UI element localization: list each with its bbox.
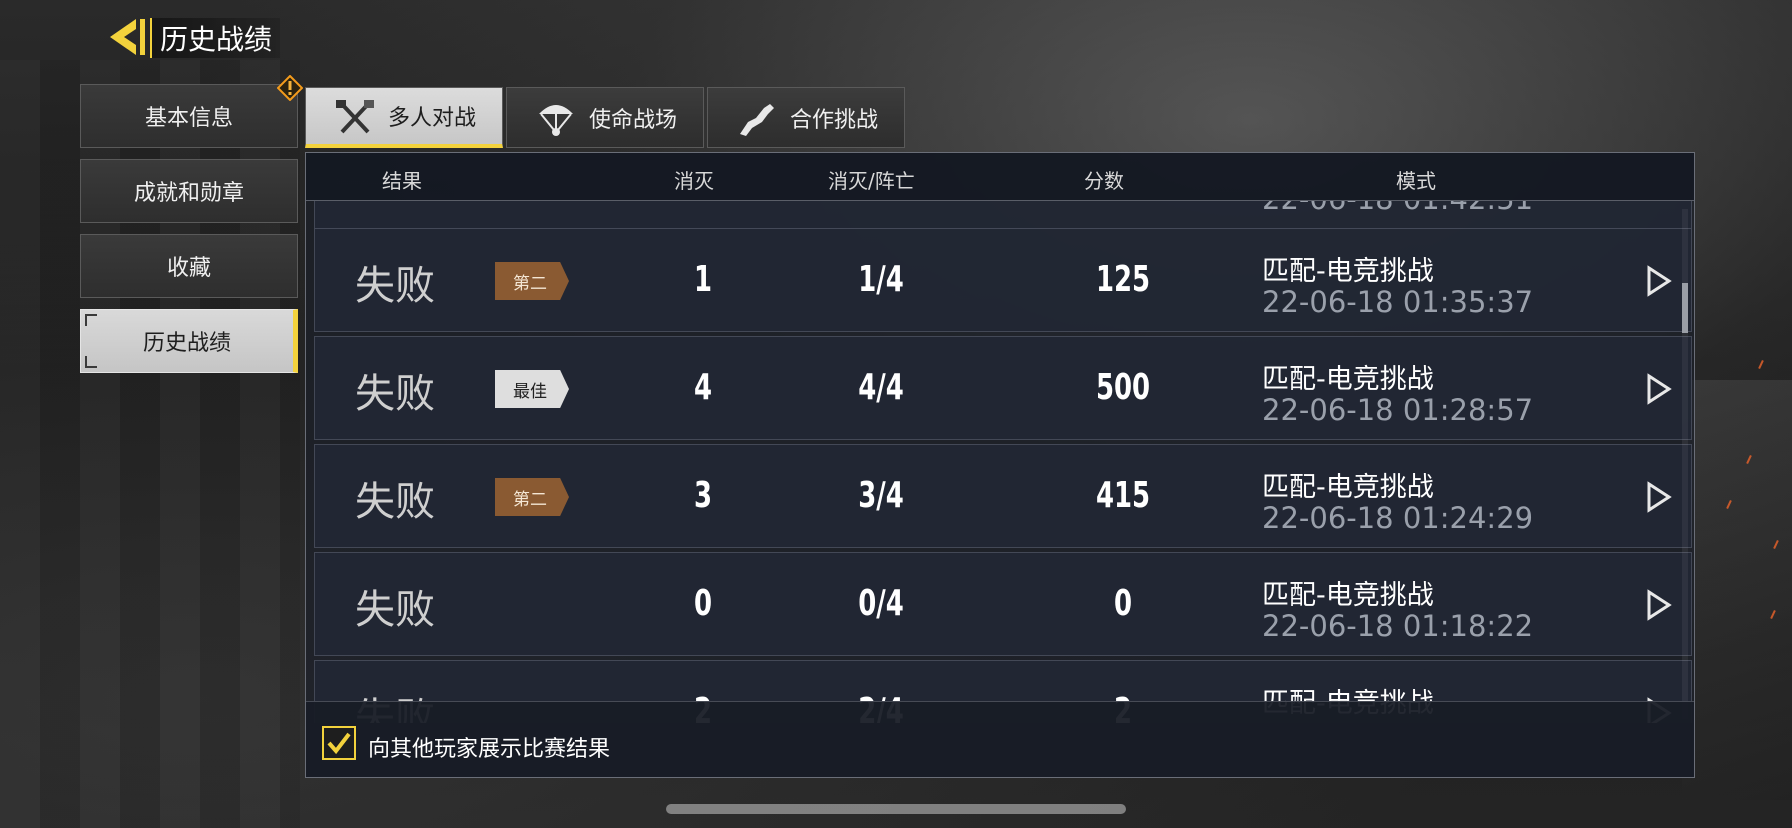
mode-tabs: 多人对战 使命战场 合作挑战 (305, 87, 905, 148)
parachute-icon (533, 98, 579, 138)
table-row[interactable]: 失败 第二 3 3/4 415 匹配-电竞挑战 22-06-18 01:24:2… (314, 444, 1692, 548)
scrollbar-thumb[interactable] (1682, 283, 1688, 333)
kills-value: 0 (693, 583, 713, 624)
column-mode: 模式 (1396, 169, 1436, 193)
kd-value: 0/4 (858, 583, 904, 624)
match-result: 失败 (355, 371, 435, 417)
placement-badge: 第二 (495, 478, 569, 516)
match-mode: 匹配-电竞挑战 (1262, 364, 1434, 395)
checkbox-label: 向其他玩家展示比赛结果 (368, 737, 611, 762)
placement-badge: 第二 (495, 262, 569, 300)
match-time: 22-06-18 01:35:37 (1262, 285, 1534, 319)
match-result: 失败 (355, 587, 435, 633)
play-arrow-icon[interactable] (1643, 373, 1673, 405)
match-result: 失败 (355, 479, 435, 525)
play-arrow-icon[interactable] (1643, 481, 1673, 513)
arm-icon (734, 98, 780, 138)
tab-label: 使命战场 (588, 107, 677, 133)
match-time: 22-06-18 01:24:29 (1262, 501, 1534, 535)
score-value: 0 (1113, 583, 1133, 624)
column-kills: 消灭 (674, 169, 714, 193)
match-time: 22-06-18 01:28:57 (1262, 393, 1534, 427)
kd-value: 4/4 (858, 367, 904, 408)
column-result: 结果 (382, 169, 422, 193)
kills-value: 3 (693, 475, 713, 516)
match-mode: 匹配-电竞挑战 (1262, 580, 1434, 611)
tab-battle-royale[interactable]: 使命战场 (506, 87, 704, 148)
sidebar-item-label: 成就和勋章 (133, 181, 244, 206)
column-score: 分数 (1084, 169, 1124, 193)
placement-badge: 最佳 (495, 370, 569, 408)
tab-label: 合作挑战 (789, 107, 878, 133)
kd-value: 1/4 (858, 259, 904, 300)
background-machinery (1682, 380, 1792, 800)
table-row[interactable]: 失败 0 0/4 0 匹配-电竞挑战 22-06-18 01:18:22 (314, 552, 1692, 656)
warning-icon (277, 75, 303, 101)
match-result: 失败 (355, 263, 435, 309)
back-button[interactable] (104, 14, 150, 60)
page-title: 历史战绩 (150, 18, 281, 58)
kills-value: 4 (693, 367, 713, 408)
checkmark-icon (327, 732, 351, 755)
column-kd: 消灭/阵亡 (828, 169, 915, 193)
match-time: 22-06-18 01:18:22 (1262, 609, 1534, 643)
match-mode: 匹配-电竞挑战 (1262, 256, 1434, 287)
tab-coop[interactable]: 合作挑战 (707, 87, 905, 148)
crossed-weapons-icon (332, 96, 378, 136)
sidebar-item-achievements[interactable]: 成就和勋章 (80, 159, 298, 223)
score-value: 125 (1095, 259, 1151, 300)
sidebar-item-label: 收藏 (166, 256, 211, 281)
play-arrow-icon[interactable] (1643, 589, 1673, 621)
match-time: 22-06-18 01:42:51 (1262, 201, 1533, 216)
show-results-checkbox[interactable] (322, 726, 356, 760)
sidebar: 基本信息 成就和勋章 收藏 历史战绩 (80, 75, 303, 384)
tab-label: 多人对战 (387, 106, 476, 131)
table-row[interactable]: 22-06-18 01:42:51 (314, 201, 1692, 229)
play-arrow-icon[interactable] (1643, 265, 1673, 297)
kills-value: 1 (693, 259, 713, 300)
sidebar-item-label: 基本信息 (144, 106, 233, 131)
match-history-panel: 结果 消灭 消灭/阵亡 分数 模式 22-06-18 01:42:51 失败 第… (305, 152, 1695, 778)
home-indicator[interactable] (666, 804, 1126, 814)
sidebar-item-basic-info[interactable]: 基本信息 (80, 75, 303, 148)
back-arrow-icon (110, 19, 145, 55)
table-row[interactable]: 失败 第二 1 1/4 125 匹配-电竞挑战 22-06-18 01:35:3… (314, 228, 1692, 332)
footer-bar: 向其他玩家展示比赛结果 (306, 701, 1694, 777)
match-list[interactable]: 22-06-18 01:42:51 失败 第二 1 1/4 125 匹配-电竞挑… (314, 201, 1692, 723)
score-value: 415 (1095, 475, 1151, 516)
score-value: 500 (1095, 367, 1151, 408)
table-row[interactable]: 失败 最佳 4 4/4 500 匹配-电竞挑战 22-06-18 01:28:5… (314, 336, 1692, 440)
sidebar-item-label: 历史战绩 (142, 331, 231, 356)
match-mode: 匹配-电竞挑战 (1262, 472, 1434, 503)
tab-multiplayer[interactable]: 多人对战 (305, 87, 503, 148)
kd-value: 3/4 (858, 475, 904, 516)
sidebar-item-history[interactable]: 历史战绩 (80, 309, 298, 373)
spark (1758, 359, 1764, 370)
column-header: 结果 消灭 消灭/阵亡 分数 模式 (306, 153, 1694, 201)
sidebar-item-collection[interactable]: 收藏 (80, 234, 298, 298)
